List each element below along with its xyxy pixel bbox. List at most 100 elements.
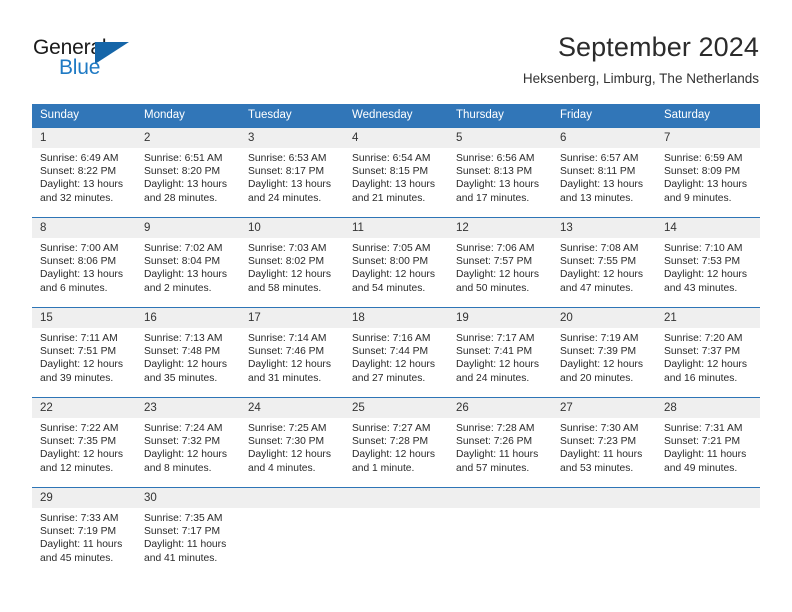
day-details: Sunrise: 7:11 AM Sunset: 7:51 PM Dayligh…: [32, 328, 136, 385]
daylight-text-line1: Daylight: 12 hours: [456, 359, 539, 371]
day-number: [552, 488, 656, 508]
day-cell[interactable]: 20 Sunrise: 7:19 AM Sunset: 7:39 PM Dayl…: [552, 307, 656, 398]
day-cell[interactable]: 29 Sunrise: 7:33 AM Sunset: 7:19 PM Dayl…: [32, 487, 136, 577]
day-details: Sunrise: 7:00 AM Sunset: 8:06 PM Dayligh…: [32, 238, 136, 295]
day-details: Sunrise: 7:08 AM Sunset: 7:55 PM Dayligh…: [552, 238, 656, 295]
day-number: 16: [136, 308, 240, 328]
day-number: 21: [656, 308, 760, 328]
day-number: 17: [240, 308, 344, 328]
day-cell[interactable]: 14 Sunrise: 7:10 AM Sunset: 7:53 PM Dayl…: [656, 217, 760, 308]
day-cell[interactable]: 13 Sunrise: 7:08 AM Sunset: 7:55 PM Dayl…: [552, 217, 656, 308]
sunrise-text: Sunrise: 7:13 AM: [144, 333, 223, 344]
sunset-text: Sunset: 7:21 PM: [664, 436, 741, 448]
daylight-text-line2: and 1 minute.: [352, 462, 415, 474]
day-cell[interactable]: 26 Sunrise: 7:28 AM Sunset: 7:26 PM Dayl…: [448, 397, 552, 488]
sunset-text: Sunset: 8:04 PM: [144, 256, 221, 268]
sunrise-text: Sunrise: 7:19 AM: [560, 333, 639, 344]
week-row: 8 Sunrise: 7:00 AM Sunset: 8:06 PM Dayli…: [32, 217, 760, 308]
day-cell[interactable]: 27 Sunrise: 7:30 AM Sunset: 7:23 PM Dayl…: [552, 397, 656, 488]
sunrise-text: Sunrise: 6:59 AM: [664, 153, 743, 164]
day-details: Sunrise: 6:59 AM Sunset: 8:09 PM Dayligh…: [656, 148, 760, 205]
daylight-text-line2: and 35 minutes.: [144, 372, 218, 384]
daylight-text-line2: and 4 minutes.: [248, 462, 316, 474]
day-cell[interactable]: 3 Sunrise: 6:53 AM Sunset: 8:17 PM Dayli…: [240, 127, 344, 218]
daylight-text-line1: Daylight: 12 hours: [560, 359, 643, 371]
day-cell[interactable]: 4 Sunrise: 6:54 AM Sunset: 8:15 PM Dayli…: [344, 127, 448, 218]
day-details: [344, 508, 448, 512]
day-cell[interactable]: 10 Sunrise: 7:03 AM Sunset: 8:02 PM Dayl…: [240, 217, 344, 308]
day-cell[interactable]: 25 Sunrise: 7:27 AM Sunset: 7:28 PM Dayl…: [344, 397, 448, 488]
day-cell[interactable]: 2 Sunrise: 6:51 AM Sunset: 8:20 PM Dayli…: [136, 127, 240, 218]
day-cell[interactable]: 1 Sunrise: 6:49 AM Sunset: 8:22 PM Dayli…: [32, 127, 136, 218]
daylight-text-line2: and 9 minutes.: [664, 192, 732, 204]
day-cell[interactable]: 5 Sunrise: 6:56 AM Sunset: 8:13 PM Dayli…: [448, 127, 552, 218]
day-cell[interactable]: 9 Sunrise: 7:02 AM Sunset: 8:04 PM Dayli…: [136, 217, 240, 308]
day-details: Sunrise: 7:35 AM Sunset: 7:17 PM Dayligh…: [136, 508, 240, 565]
day-cell[interactable]: 15 Sunrise: 7:11 AM Sunset: 7:51 PM Dayl…: [32, 307, 136, 398]
day-cell[interactable]: 17 Sunrise: 7:14 AM Sunset: 7:46 PM Dayl…: [240, 307, 344, 398]
daylight-text-line2: and 39 minutes.: [40, 372, 114, 384]
weekday-header-friday: Friday: [552, 104, 656, 128]
daylight-text-line1: Daylight: 12 hours: [664, 269, 747, 281]
day-details: [656, 508, 760, 512]
day-details: Sunrise: 7:02 AM Sunset: 8:04 PM Dayligh…: [136, 238, 240, 295]
day-number: 30: [136, 488, 240, 508]
day-cell[interactable]: 8 Sunrise: 7:00 AM Sunset: 8:06 PM Dayli…: [32, 217, 136, 308]
day-number: 10: [240, 218, 344, 238]
general-blue-logo[interactable]: General Blue: [33, 36, 153, 84]
daylight-text-line2: and 45 minutes.: [40, 552, 114, 564]
sunrise-text: Sunrise: 7:20 AM: [664, 333, 743, 344]
day-number: 27: [552, 398, 656, 418]
day-cell[interactable]: 6 Sunrise: 6:57 AM Sunset: 8:11 PM Dayli…: [552, 127, 656, 218]
sunset-text: Sunset: 7:39 PM: [560, 346, 637, 358]
daylight-text-line2: and 24 minutes.: [248, 192, 322, 204]
day-details: Sunrise: 7:24 AM Sunset: 7:32 PM Dayligh…: [136, 418, 240, 475]
calendar-body: 1 Sunrise: 6:49 AM Sunset: 8:22 PM Dayli…: [32, 127, 760, 577]
weekday-header-wednesday: Wednesday: [344, 104, 448, 128]
day-number: 4: [344, 128, 448, 148]
day-cell[interactable]: 19 Sunrise: 7:17 AM Sunset: 7:41 PM Dayl…: [448, 307, 552, 398]
day-number: 23: [136, 398, 240, 418]
daylight-text-line1: Daylight: 11 hours: [456, 449, 539, 461]
day-details: Sunrise: 7:33 AM Sunset: 7:19 PM Dayligh…: [32, 508, 136, 565]
daylight-text-line1: Daylight: 12 hours: [40, 449, 123, 461]
day-number: 25: [344, 398, 448, 418]
calendar-header-row: Sunday Monday Tuesday Wednesday Thursday…: [32, 104, 760, 128]
day-cell[interactable]: 18 Sunrise: 7:16 AM Sunset: 7:44 PM Dayl…: [344, 307, 448, 398]
day-cell[interactable]: 30 Sunrise: 7:35 AM Sunset: 7:17 PM Dayl…: [136, 487, 240, 577]
sunrise-text: Sunrise: 7:35 AM: [144, 513, 223, 524]
week-row: 1 Sunrise: 6:49 AM Sunset: 8:22 PM Dayli…: [32, 127, 760, 218]
daylight-text-line2: and 13 minutes.: [560, 192, 634, 204]
day-details: Sunrise: 7:25 AM Sunset: 7:30 PM Dayligh…: [240, 418, 344, 475]
day-number: 18: [344, 308, 448, 328]
daylight-text-line1: Daylight: 12 hours: [144, 449, 227, 461]
day-cell[interactable]: 11 Sunrise: 7:05 AM Sunset: 8:00 PM Dayl…: [344, 217, 448, 308]
day-details: [240, 508, 344, 512]
daylight-text-line1: Daylight: 12 hours: [560, 269, 643, 281]
daylight-text-line2: and 49 minutes.: [664, 462, 738, 474]
daylight-text-line2: and 31 minutes.: [248, 372, 322, 384]
day-cell[interactable]: 16 Sunrise: 7:13 AM Sunset: 7:48 PM Dayl…: [136, 307, 240, 398]
sunrise-text: Sunrise: 6:51 AM: [144, 153, 223, 164]
day-cell[interactable]: 24 Sunrise: 7:25 AM Sunset: 7:30 PM Dayl…: [240, 397, 344, 488]
day-cell-empty: [656, 487, 760, 577]
day-number: [240, 488, 344, 508]
day-cell[interactable]: 22 Sunrise: 7:22 AM Sunset: 7:35 PM Dayl…: [32, 397, 136, 488]
title-block: September 2024 Heksenberg, Limburg, The …: [523, 30, 759, 88]
day-cell[interactable]: 21 Sunrise: 7:20 AM Sunset: 7:37 PM Dayl…: [656, 307, 760, 398]
daylight-text-line1: Daylight: 12 hours: [248, 269, 331, 281]
day-number: 3: [240, 128, 344, 148]
day-cell[interactable]: 28 Sunrise: 7:31 AM Sunset: 7:21 PM Dayl…: [656, 397, 760, 488]
day-cell[interactable]: 23 Sunrise: 7:24 AM Sunset: 7:32 PM Dayl…: [136, 397, 240, 488]
day-details: Sunrise: 7:17 AM Sunset: 7:41 PM Dayligh…: [448, 328, 552, 385]
day-details: Sunrise: 6:56 AM Sunset: 8:13 PM Dayligh…: [448, 148, 552, 205]
day-cell[interactable]: 7 Sunrise: 6:59 AM Sunset: 8:09 PM Dayli…: [656, 127, 760, 218]
sunset-text: Sunset: 7:53 PM: [664, 256, 741, 268]
day-details: Sunrise: 7:14 AM Sunset: 7:46 PM Dayligh…: [240, 328, 344, 385]
page-subtitle: Heksenberg, Limburg, The Netherlands: [522, 71, 759, 86]
sunset-text: Sunset: 7:55 PM: [560, 256, 637, 268]
calendar-table: Sunday Monday Tuesday Wednesday Thursday…: [32, 104, 760, 577]
day-cell[interactable]: 12 Sunrise: 7:06 AM Sunset: 7:57 PM Dayl…: [448, 217, 552, 308]
daylight-text-line2: and 24 minutes.: [456, 372, 530, 384]
day-number: 6: [552, 128, 656, 148]
